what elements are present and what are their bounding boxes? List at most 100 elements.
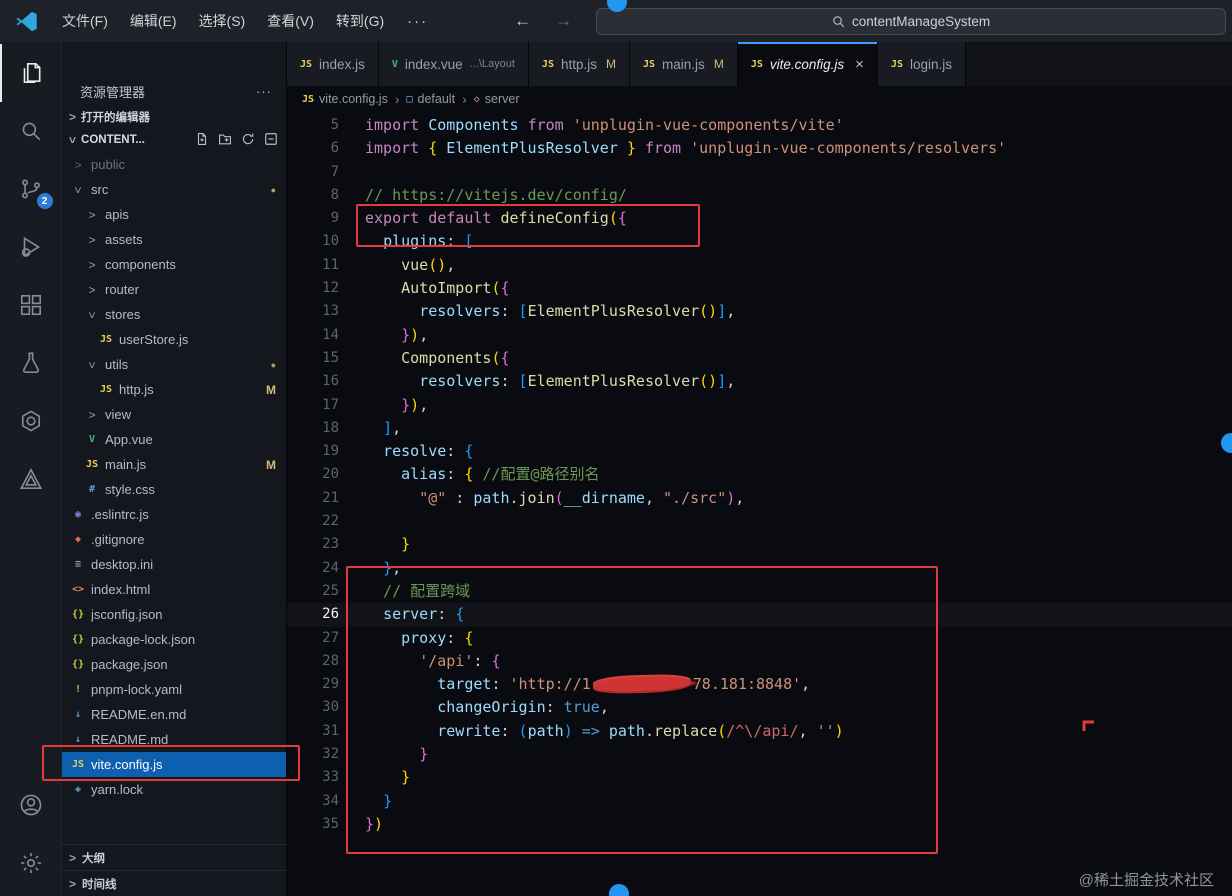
close-icon[interactable]: × — [855, 56, 864, 73]
tree-item-utils[interactable]: > utils ● — [62, 352, 286, 377]
project-section-header[interactable]: > CONTENT... — [62, 128, 286, 152]
tree-item-.gitignore[interactable]: ◆ .gitignore — [62, 527, 286, 552]
code-line-19[interactable]: 19 resolve: { — [287, 440, 1232, 463]
menu-item-1[interactable]: 文件(F) — [51, 0, 119, 42]
breadcrumb-default[interactable]: □ default — [407, 92, 456, 106]
tree-item-README.en.md[interactable]: ↓ README.en.md — [62, 702, 286, 727]
source-control-icon[interactable]: 2 — [0, 160, 62, 218]
code-line-5[interactable]: 5 import Components from 'unplugin-vue-co… — [287, 114, 1232, 137]
code-line-25[interactable]: 25 // 配置跨域 — [287, 580, 1232, 603]
run-debug-icon[interactable] — [0, 218, 62, 276]
menu-item-2[interactable]: 编辑(E) — [119, 0, 188, 42]
code-line-11[interactable]: 11 vue(), — [287, 254, 1232, 277]
menu-item-4[interactable]: 查看(V) — [256, 0, 325, 42]
tree-item-src[interactable]: > src ● — [62, 177, 286, 202]
tree-item-pnpm-lock.yaml[interactable]: ! pnpm-lock.yaml — [62, 677, 286, 702]
open-editors-section[interactable]: > 打开的编辑器 — [62, 106, 286, 128]
tab-http.js[interactable]: JS http.js M — [528, 42, 630, 86]
code-line-7[interactable]: 7 — [287, 161, 1232, 184]
code-line-16[interactable]: 16 resolvers: [ElementPlusResolver()], — [287, 370, 1232, 393]
code-line-24[interactable]: 24 }, — [287, 557, 1232, 580]
back-button[interactable]: ← — [502, 11, 543, 31]
timeline-section[interactable]: > 时间线 — [62, 870, 286, 896]
extensions-icon[interactable] — [0, 276, 62, 334]
forward-button[interactable]: → — [543, 11, 584, 31]
tree-item-apis[interactable]: > apis — [62, 202, 286, 227]
explorer-icon[interactable] — [0, 44, 62, 102]
command-search-box[interactable]: contentManageSystem — [596, 7, 1226, 35]
code-editor[interactable]: 5 import Components from 'unplugin-vue-co… — [287, 112, 1232, 896]
code-line-10[interactable]: 10 plugins: [ — [287, 230, 1232, 253]
collapse-all-icon[interactable] — [264, 132, 278, 149]
chevron-right-icon: > — [69, 850, 77, 865]
tab-index.vue[interactable]: Vindex.vue ...\Layout — [378, 42, 529, 86]
account-icon[interactable] — [0, 776, 62, 834]
tree-item-components[interactable]: > components — [62, 252, 286, 277]
tree-item-assets[interactable]: > assets — [62, 227, 286, 252]
code-line-20[interactable]: 20 alias: { //配置@路径别名 — [287, 463, 1232, 486]
modified-badge: M — [713, 57, 724, 71]
tree-item-public[interactable]: > public — [62, 152, 286, 177]
breadcrumb-vite.config.js[interactable]: JS vite.config.js — [302, 92, 388, 106]
tree-item-index.html[interactable]: <> index.html — [62, 577, 286, 602]
sidebar-more-button[interactable]: ··· — [256, 84, 272, 99]
breadcrumb-server[interactable]: ◇ server — [474, 92, 520, 106]
code-line-6[interactable]: 6 import { ElementPlusResolver } from 'un… — [287, 137, 1232, 160]
new-folder-icon[interactable] — [218, 132, 232, 149]
code-line-31[interactable]: 31 rewrite: (path) => path.replace(/^\/a… — [287, 720, 1232, 743]
code-line-35[interactable]: 35}) — [287, 813, 1232, 836]
code-text: resolve: { — [383, 442, 474, 461]
settings-icon[interactable] — [0, 834, 62, 892]
tree-item-stores[interactable]: > stores — [62, 302, 286, 327]
outline-section[interactable]: > 大纲 — [62, 844, 286, 870]
tree-item-README.md[interactable]: ↓ README.md — [62, 727, 286, 752]
tree-item-main.js[interactable]: JS main.js M — [62, 452, 286, 477]
code-line-26[interactable]: 26 server: { — [287, 603, 1232, 626]
code-line-32[interactable]: 32 } — [287, 743, 1232, 766]
tab-vite.config.js[interactable]: JS vite.config.js × — [737, 42, 878, 86]
code-line-33[interactable]: 33 } — [287, 766, 1232, 789]
code-line-9[interactable]: 9 export default defineConfig({ — [287, 207, 1232, 230]
tree-item-desktop.ini[interactable]: ≡ desktop.ini — [62, 552, 286, 577]
code-line-17[interactable]: 17 }), — [287, 394, 1232, 417]
code-line-28[interactable]: 28 '/api': { — [287, 650, 1232, 673]
code-line-8[interactable]: 8 // https://vitejs.dev/config/ — [287, 184, 1232, 207]
tab-login.js[interactable]: JS login.js — [877, 42, 966, 86]
code-line-18[interactable]: 18 ], — [287, 417, 1232, 440]
search-icon[interactable] — [0, 102, 62, 160]
tree-item-userStore.js[interactable]: JS userStore.js — [62, 327, 286, 352]
tree-item-view[interactable]: > view — [62, 402, 286, 427]
extension-triangle-icon[interactable] — [0, 450, 62, 508]
code-line-12[interactable]: 12 AutoImport({ — [287, 277, 1232, 300]
tree-item-style.css[interactable]: # style.css — [62, 477, 286, 502]
code-line-23[interactable]: 23 } — [287, 533, 1232, 556]
more-menu-button[interactable]: ··· — [395, 13, 440, 30]
menu-item-5[interactable]: 转到(G) — [325, 0, 395, 42]
menu-item-3[interactable]: 选择(S) — [188, 0, 257, 42]
code-line-22[interactable]: 22 — [287, 510, 1232, 533]
tree-item-vite.config.js[interactable]: JS vite.config.js — [62, 752, 286, 777]
tree-item-router[interactable]: > router — [62, 277, 286, 302]
tree-item-App.vue[interactable]: V App.vue — [62, 427, 286, 452]
extension-hex-icon[interactable] — [0, 392, 62, 450]
code-line-14[interactable]: 14 }), — [287, 324, 1232, 347]
code-line-27[interactable]: 27 proxy: { — [287, 627, 1232, 650]
tree-item-jsconfig.json[interactable]: {} jsconfig.json — [62, 602, 286, 627]
code-line-29[interactable]: 29 target: 'http://1 78.181:8848', — [287, 673, 1232, 696]
line-number: 24 — [322, 559, 339, 576]
code-line-21[interactable]: 21 "@" : path.join(__dirname, "./src"), — [287, 487, 1232, 510]
tab-index.js[interactable]: JS index.js — [287, 42, 379, 86]
tree-item-package-lock.json[interactable]: {} package-lock.json — [62, 627, 286, 652]
tree-item-yarn.lock[interactable]: ◈ yarn.lock — [62, 777, 286, 802]
tree-item-http.js[interactable]: JS http.js M — [62, 377, 286, 402]
code-line-13[interactable]: 13 resolvers: [ElementPlusResolver()], — [287, 300, 1232, 323]
tab-main.js[interactable]: JS main.js M — [630, 42, 738, 86]
refresh-icon[interactable] — [241, 132, 255, 149]
code-line-34[interactable]: 34 } — [287, 790, 1232, 813]
code-line-30[interactable]: 30 changeOrigin: true, — [287, 696, 1232, 719]
tree-item-package.json[interactable]: {} package.json — [62, 652, 286, 677]
tree-item-.eslintrc.js[interactable]: ◉ .eslintrc.js — [62, 502, 286, 527]
code-line-15[interactable]: 15 Components({ — [287, 347, 1232, 370]
testing-icon[interactable] — [0, 334, 62, 392]
new-file-icon[interactable] — [195, 132, 209, 149]
